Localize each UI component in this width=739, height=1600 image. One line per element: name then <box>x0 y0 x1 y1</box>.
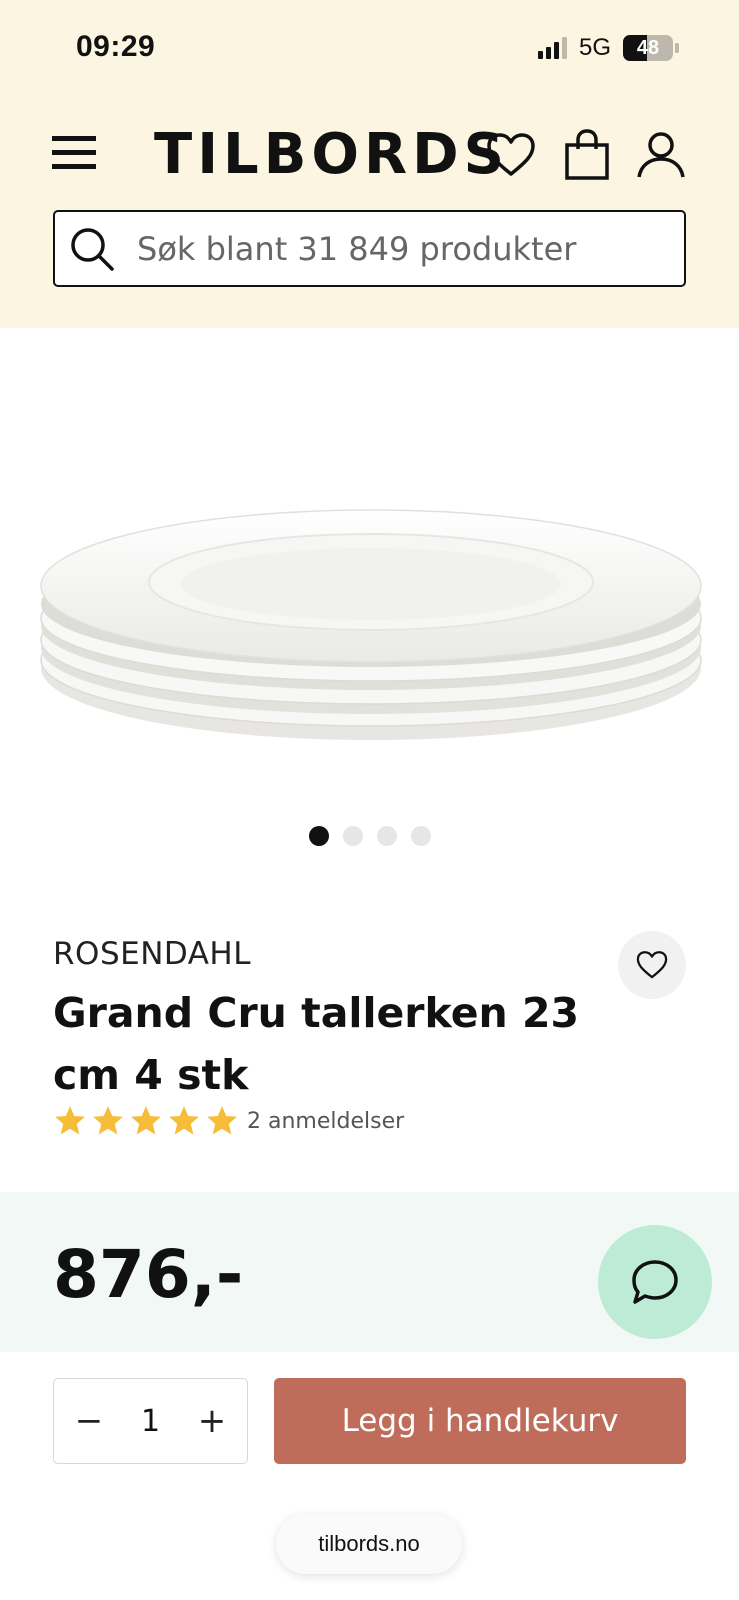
increase-quantity-button[interactable]: + <box>197 1401 227 1441</box>
signal-icon <box>537 37 567 59</box>
product-image <box>40 509 702 740</box>
star-icon <box>169 1106 199 1135</box>
product-title: Grand Cru tallerken 23 cm 4 stk <box>53 989 580 1099</box>
gallery-dot-4[interactable] <box>410 826 431 846</box>
review-count[interactable]: 2 anmeldelser <box>247 1109 404 1134</box>
chat-icon <box>632 1260 678 1304</box>
gallery-dot-2[interactable] <box>342 826 363 846</box>
user-icon <box>637 132 685 178</box>
battery-icon: 48 <box>623 35 673 61</box>
star-icon <box>207 1106 237 1135</box>
heart-icon <box>636 951 668 979</box>
cart-button[interactable] <box>560 128 614 182</box>
product-price: 876,- <box>53 1236 244 1313</box>
network-label: 5G <box>578 34 611 61</box>
quantity-stepper: − 1 + <box>53 1378 248 1464</box>
quantity-value[interactable]: 1 <box>141 1404 160 1439</box>
header: 09:29 5G 48 TILBORDS <box>0 0 739 328</box>
main-nav: TILBORDS <box>0 118 739 188</box>
search-input[interactable] <box>137 229 657 268</box>
account-button[interactable] <box>634 128 688 182</box>
chat-button[interactable] <box>598 1225 712 1339</box>
gallery-dot-1[interactable] <box>308 826 329 846</box>
browser-url-bar[interactable]: tilbords.no <box>276 1514 462 1574</box>
product-gallery[interactable] <box>0 328 739 888</box>
product-rating[interactable]: 2 anmeldelser <box>53 1104 404 1138</box>
site-logo[interactable]: TILBORDS <box>154 122 509 187</box>
heart-icon <box>487 133 535 176</box>
status-indicators: 5G 48 <box>537 34 679 62</box>
gallery-pagination <box>0 826 739 846</box>
star-icon <box>93 1106 123 1135</box>
star-icon <box>131 1106 161 1135</box>
search-bar[interactable] <box>53 210 686 287</box>
battery-percent: 48 <box>636 36 660 59</box>
add-to-cart-button[interactable]: Legg i handlekurv <box>274 1378 686 1464</box>
star-icon <box>55 1106 85 1135</box>
status-time: 09:29 <box>76 30 156 63</box>
menu-icon[interactable] <box>52 134 98 172</box>
battery-nub <box>675 43 679 53</box>
price-section: 876,- <box>0 1192 739 1352</box>
search-icon <box>71 227 114 271</box>
decrease-quantity-button[interactable]: − <box>74 1401 104 1441</box>
product-brand[interactable]: ROSENDAHL <box>53 936 251 972</box>
gallery-dot-3[interactable] <box>376 826 397 846</box>
wishlist-button[interactable] <box>484 128 538 182</box>
bag-icon <box>565 129 609 180</box>
